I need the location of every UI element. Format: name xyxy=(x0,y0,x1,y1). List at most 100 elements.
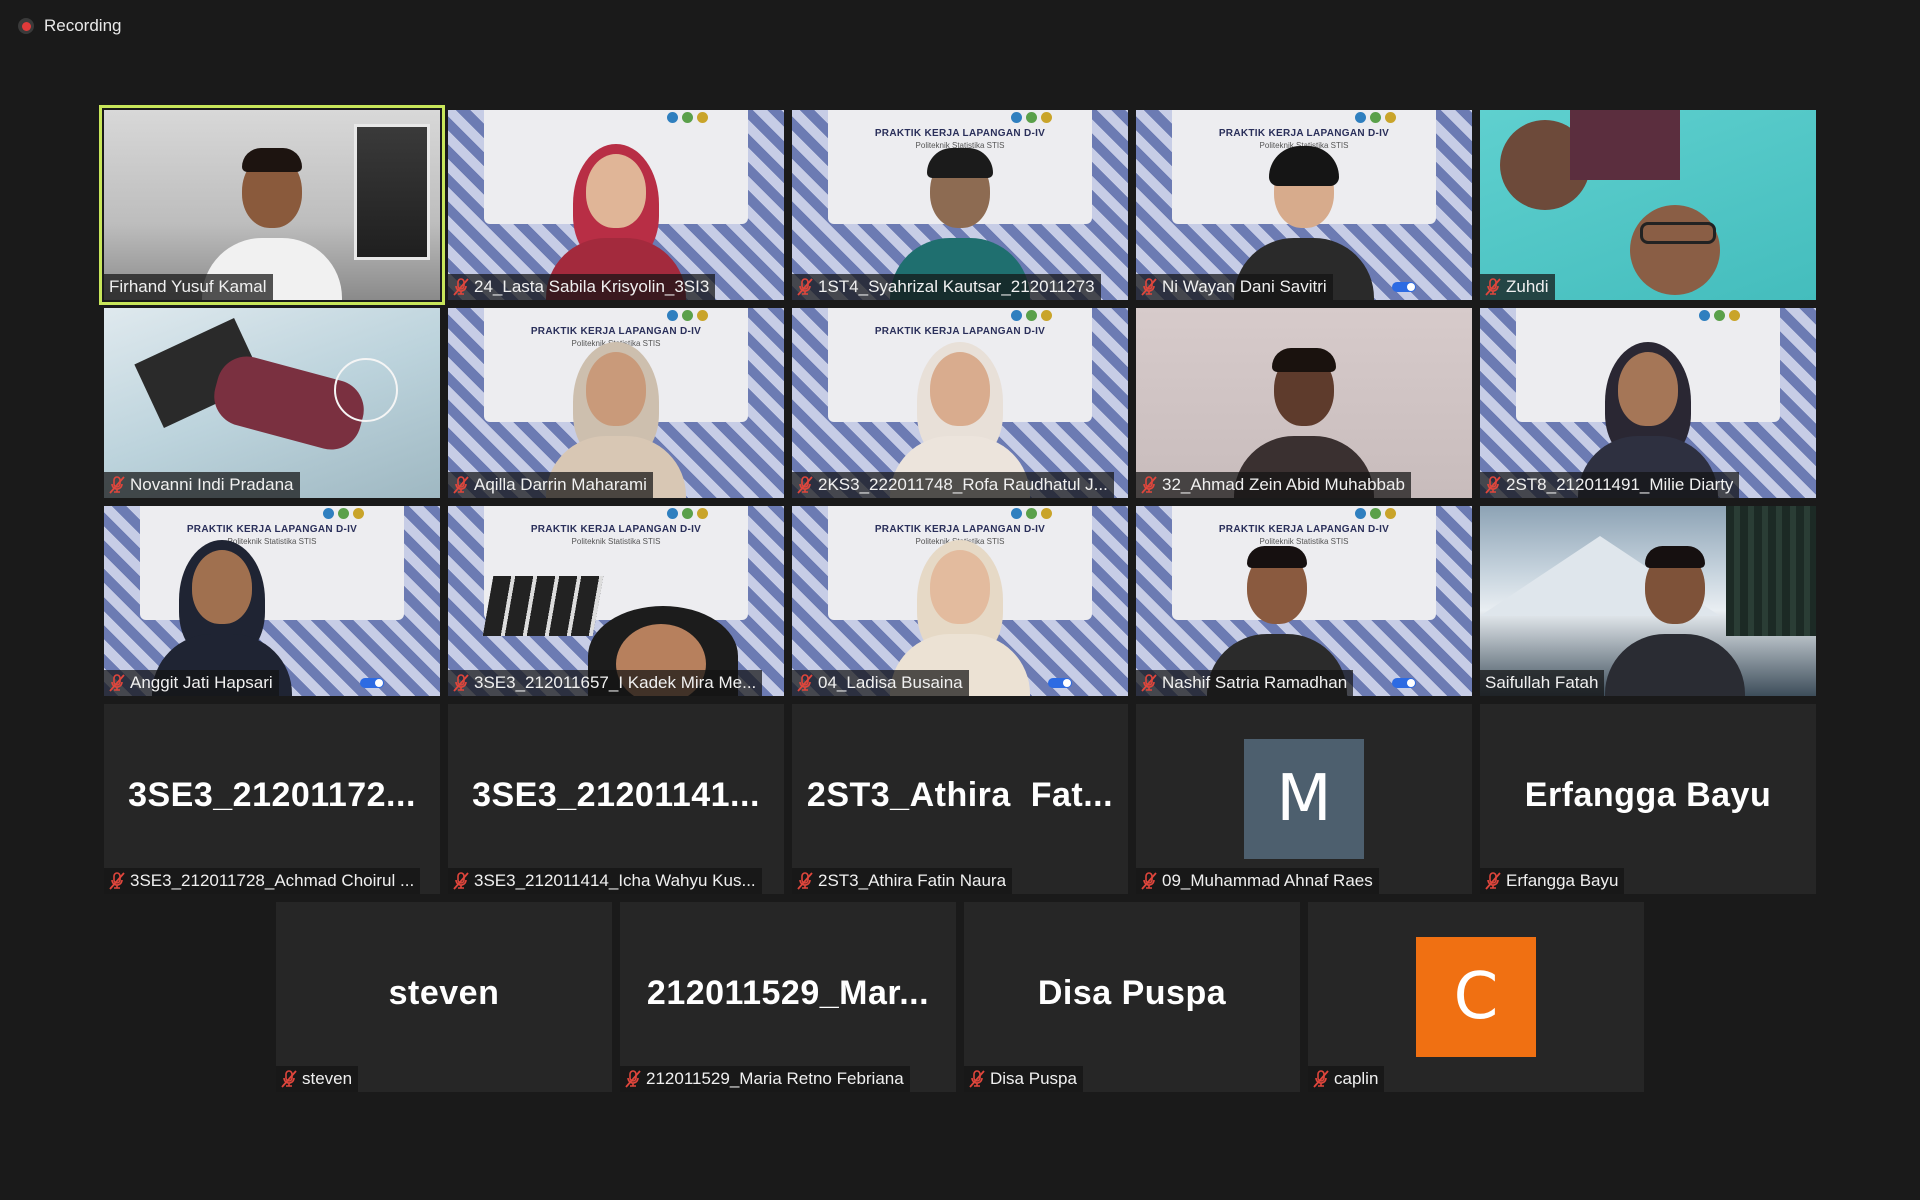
participant-tile[interactable]: PRAKTIK KERJA LAPANGAN D-IVPoliteknik St… xyxy=(792,110,1128,300)
participant-tile[interactable]: steven steven xyxy=(276,902,612,1092)
participant-tile[interactable]: 3SE3_21201141... 3SE3_212011414_Icha Wah… xyxy=(448,704,784,894)
toggle-indicator xyxy=(1048,678,1072,688)
participant-display-name: Disa Puspa xyxy=(1037,974,1227,1012)
participant-tile[interactable]: Disa Puspa Disa Puspa xyxy=(964,902,1300,1092)
participant-name-label: Ni Wayan Dani Savitri xyxy=(1136,274,1333,300)
participant-name: Disa Puspa xyxy=(990,1069,1077,1088)
participant-video xyxy=(1480,110,1816,300)
participant-tile[interactable]: Novanni Indi Pradana xyxy=(104,308,440,498)
participant-name: 212011529_Maria Retno Febriana xyxy=(646,1069,904,1088)
participant-name-label: 2ST8_212011491_Milie Diarty xyxy=(1480,472,1740,498)
participant-name-label: 2KS3_222011748_Rofa Raudhatul J... xyxy=(792,472,1114,498)
meeting-gallery-view: Recording Firhand Yusuf Kamal 24_Lasta S… xyxy=(0,0,1920,1200)
participant-name-label: Firhand Yusuf Kamal xyxy=(104,274,273,300)
slide-title: PRAKTIK KERJA LAPANGAN D-IV xyxy=(1218,524,1390,535)
microphone-muted-icon xyxy=(969,1070,985,1088)
participant-name: caplin xyxy=(1334,1069,1379,1088)
microphone-muted-icon xyxy=(797,476,813,494)
participant-tile[interactable]: Erfangga Bayu Erfangga Bayu xyxy=(1480,704,1816,894)
microphone-muted-icon xyxy=(1141,674,1157,692)
participant-tile[interactable]: M 09_Muhammad Ahnaf Raes xyxy=(1136,704,1472,894)
participant-name-label: steven xyxy=(276,1066,359,1092)
participant-name: steven xyxy=(302,1069,353,1088)
participant-video: PRAKTIK KERJA LAPANGAN D-IVPoliteknik St… xyxy=(792,506,1128,696)
participant-display-name: 3SE3_21201141... xyxy=(472,776,760,814)
participant-video: PRAKTIK KERJA LAPANGAN D-IVPoliteknik St… xyxy=(1136,110,1472,300)
participant-name: Ni Wayan Dani Savitri xyxy=(1162,277,1327,296)
participant-name: Nashif Satria Ramadhan xyxy=(1162,673,1348,692)
participant-video: PRAKTIK KERJA LAPANGAN D-IVPoliteknik St… xyxy=(104,506,440,696)
participant-tile[interactable]: 212011529_Mar... 212011529_Maria Retno F… xyxy=(620,902,956,1092)
participant-tile[interactable]: 2ST3_Athira Fat... 2ST3_Athira Fatin Nau… xyxy=(792,704,1128,894)
recording-icon xyxy=(18,18,34,34)
microphone-muted-icon xyxy=(109,872,125,890)
participant-display-name: 212011529_Mar... xyxy=(646,974,930,1012)
participant-name: 2KS3_222011748_Rofa Raudhatul J... xyxy=(818,475,1108,494)
toggle-indicator xyxy=(1392,282,1416,292)
participant-avatar: M xyxy=(1244,739,1364,859)
participant-tile[interactable]: PRAKTIK KERJA LAPANGAN D-IVPoliteknik St… xyxy=(1136,506,1472,696)
microphone-muted-icon xyxy=(1313,1070,1329,1088)
participant-name: Aqilla Darrin Maharami xyxy=(474,475,647,494)
slide-title: PRAKTIK KERJA LAPANGAN D-IV xyxy=(186,524,358,535)
gallery-row-1: Firhand Yusuf Kamal 24_Lasta Sabila Kris… xyxy=(0,105,1920,305)
participant-name: Erfangga Bayu xyxy=(1506,871,1619,890)
participant-name: 3SE3_212011728_Achmad Choirul ... xyxy=(130,871,415,890)
microphone-muted-icon xyxy=(453,278,469,296)
gallery-row-5: steven steven 212011529_Mar... 212011529… xyxy=(0,902,1920,1092)
participant-name: Firhand Yusuf Kamal xyxy=(109,277,267,296)
microphone-muted-icon xyxy=(453,872,469,890)
participant-display-name: Erfangga Bayu xyxy=(1524,776,1772,814)
participant-name-label: Anggit Jati Hapsari xyxy=(104,670,279,696)
microphone-muted-icon xyxy=(1141,476,1157,494)
participant-tile[interactable]: PRAKTIK KERJA LAPANGAN D-IVPoliteknik St… xyxy=(1136,110,1472,300)
participant-tile[interactable]: PRAKTIK KERJA LAPANGAN D-IVPoliteknik St… xyxy=(792,506,1128,696)
participant-tile[interactable]: PRAKTIK KERJA LAPANGAN D-IV 2KS3_2220117… xyxy=(792,308,1128,498)
participant-tile[interactable]: 32_Ahmad Zein Abid Muhabbab xyxy=(1136,308,1472,498)
participant-name-label: 3SE3_212011657_I Kadek Mira Me... xyxy=(448,670,763,696)
slide-title: PRAKTIK KERJA LAPANGAN D-IV xyxy=(874,128,1046,139)
participant-name: 3SE3_212011414_Icha Wahyu Kus... xyxy=(474,871,756,890)
participant-display-name: 2ST3_Athira Fat... xyxy=(806,776,1114,814)
participant-name: 32_Ahmad Zein Abid Muhabbab xyxy=(1162,475,1405,494)
microphone-muted-icon xyxy=(625,1070,641,1088)
participant-name-label: 2ST3_Athira Fatin Naura xyxy=(792,868,1013,894)
participant-tile-active-speaker[interactable]: Firhand Yusuf Kamal xyxy=(99,105,445,305)
microphone-muted-icon xyxy=(1485,476,1501,494)
microphone-muted-icon xyxy=(109,476,125,494)
participant-video: PRAKTIK KERJA LAPANGAN D-IVPoliteknik St… xyxy=(792,110,1128,300)
participant-name-label: 24_Lasta Sabila Krisyolin_3SI3 xyxy=(448,274,716,300)
participant-video xyxy=(104,110,440,300)
participant-name-label: 3SE3_212011728_Achmad Choirul ... xyxy=(104,868,421,894)
participant-name: Zuhdi xyxy=(1506,277,1549,296)
participant-video: PRAKTIK KERJA LAPANGAN D-IVPoliteknik St… xyxy=(448,308,784,498)
participant-tile[interactable]: 24_Lasta Sabila Krisyolin_3SI3 xyxy=(448,110,784,300)
microphone-muted-icon xyxy=(453,476,469,494)
participant-name: 2ST3_Athira Fatin Naura xyxy=(818,871,1007,890)
participant-video: PRAKTIK KERJA LAPANGAN D-IVPoliteknik St… xyxy=(1136,506,1472,696)
participant-tile[interactable]: PRAKTIK KERJA LAPANGAN D-IVPoliteknik St… xyxy=(448,308,784,498)
slide-title: PRAKTIK KERJA LAPANGAN D-IV xyxy=(874,326,1046,337)
microphone-muted-icon xyxy=(797,278,813,296)
participant-name-label: 09_Muhammad Ahnaf Raes xyxy=(1136,868,1379,894)
gallery-row-4: 3SE3_21201172... 3SE3_212011728_Achmad C… xyxy=(0,704,1920,894)
recording-indicator[interactable]: Recording xyxy=(18,16,122,36)
participant-name-label: Erfangga Bayu xyxy=(1480,868,1625,894)
participant-name-label: 04_Ladisa Busaina xyxy=(792,670,969,696)
participant-name: Anggit Jati Hapsari xyxy=(130,673,273,692)
participant-avatar: C xyxy=(1416,937,1536,1057)
participant-name-label: Aqilla Darrin Maharami xyxy=(448,472,653,498)
participant-tile[interactable]: C caplin xyxy=(1308,902,1644,1092)
participant-tile[interactable]: PRAKTIK KERJA LAPANGAN D-IVPoliteknik St… xyxy=(448,506,784,696)
toggle-indicator xyxy=(1392,678,1416,688)
participant-tile[interactable]: Saifullah Fatah xyxy=(1480,506,1816,696)
participant-name: Novanni Indi Pradana xyxy=(130,475,294,494)
participant-tile[interactable]: Zuhdi xyxy=(1480,110,1816,300)
slide-title: PRAKTIK KERJA LAPANGAN D-IV xyxy=(874,524,1046,535)
participant-tile[interactable]: 3SE3_21201172... 3SE3_212011728_Achmad C… xyxy=(104,704,440,894)
participant-tile[interactable]: PRAKTIK KERJA LAPANGAN D-IVPoliteknik St… xyxy=(104,506,440,696)
participant-display-name: 3SE3_21201172... xyxy=(128,776,416,814)
participant-display-name: steven xyxy=(388,974,500,1012)
toggle-indicator xyxy=(360,678,384,688)
participant-tile[interactable]: 2ST8_212011491_Milie Diarty xyxy=(1480,308,1816,498)
